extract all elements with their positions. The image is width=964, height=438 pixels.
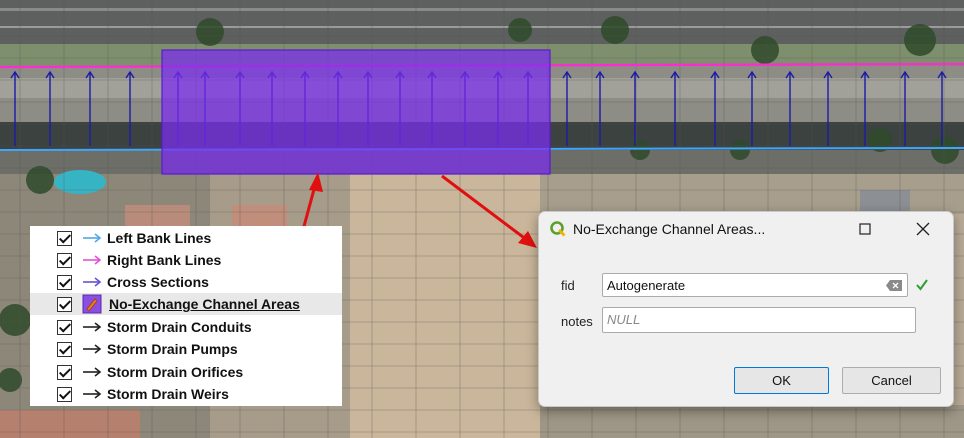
- polygon-edit-icon: [82, 294, 102, 314]
- layer-label: Right Bank Lines: [107, 252, 222, 268]
- layer-item-cross-sections[interactable]: Cross Sections: [30, 271, 342, 293]
- layer-label: Storm Drain Pumps: [107, 341, 238, 357]
- layer-label: Storm Drain Orifices: [107, 364, 244, 380]
- layer-item-storm-drain-conduits[interactable]: Storm Drain Conduits: [30, 316, 342, 338]
- layer-label: Storm Drain Conduits: [107, 319, 252, 335]
- layer-checkbox[interactable]: [57, 296, 72, 312]
- layer-item-storm-drain-orifices[interactable]: Storm Drain Orifices: [30, 361, 342, 383]
- dialog-titlebar[interactable]: No-Exchange Channel Areas...: [539, 212, 953, 246]
- maximize-button[interactable]: [851, 217, 879, 241]
- fid-value: Autogenerate: [607, 278, 686, 293]
- arrow-line-icon: [83, 322, 102, 332]
- ok-button[interactable]: OK: [734, 367, 829, 394]
- qgis-logo-icon: [550, 221, 566, 237]
- clear-field-icon[interactable]: [886, 280, 902, 291]
- layer-label: Cross Sections: [107, 274, 209, 290]
- layer-item-no-exchange-channel-areas[interactable]: No-Exchange Channel Areas: [30, 293, 342, 315]
- notes-placeholder: NULL: [607, 312, 641, 327]
- fid-field[interactable]: Autogenerate: [602, 273, 908, 297]
- layer-item-left-bank-lines[interactable]: Left Bank Lines: [30, 227, 342, 249]
- layer-checkbox[interactable]: [57, 319, 72, 335]
- feature-attributes-dialog: No-Exchange Channel Areas... fid Autogen…: [538, 211, 954, 407]
- arrow-head-icon: [309, 172, 323, 192]
- maximize-icon: [859, 223, 871, 235]
- arrow-line-icon: [83, 255, 102, 265]
- dialog-title: No-Exchange Channel Areas...: [573, 221, 766, 237]
- layer-checkbox[interactable]: [57, 230, 72, 246]
- valid-check-icon: [916, 279, 928, 291]
- layers-panel: Left Bank Lines Right Bank Lines Cross S…: [30, 226, 342, 406]
- arrow-line-icon: [83, 344, 102, 354]
- close-icon: [916, 222, 930, 236]
- fid-label: fid: [561, 278, 575, 293]
- notes-field[interactable]: NULL: [602, 307, 916, 333]
- cancel-button[interactable]: Cancel: [842, 367, 941, 394]
- arrow-line-icon: [83, 277, 102, 287]
- layer-label: No-Exchange Channel Areas: [109, 296, 300, 312]
- arrow-line-icon: [83, 233, 102, 243]
- layer-item-right-bank-lines[interactable]: Right Bank Lines: [30, 249, 342, 271]
- layer-checkbox[interactable]: [57, 386, 72, 402]
- layer-item-storm-drain-pumps[interactable]: Storm Drain Pumps: [30, 338, 342, 360]
- layer-label: Left Bank Lines: [107, 230, 212, 246]
- layer-label: Storm Drain Weirs: [107, 386, 229, 402]
- arrow-line-icon: [83, 389, 102, 399]
- close-button[interactable]: [909, 217, 937, 241]
- arrow-line-icon: [83, 367, 102, 377]
- layer-checkbox[interactable]: [57, 274, 72, 290]
- layer-checkbox[interactable]: [57, 341, 72, 357]
- notes-label: notes: [561, 314, 593, 329]
- layer-checkbox[interactable]: [57, 252, 72, 268]
- layer-checkbox[interactable]: [57, 364, 72, 380]
- layer-item-storm-drain-weirs[interactable]: Storm Drain Weirs: [30, 383, 342, 405]
